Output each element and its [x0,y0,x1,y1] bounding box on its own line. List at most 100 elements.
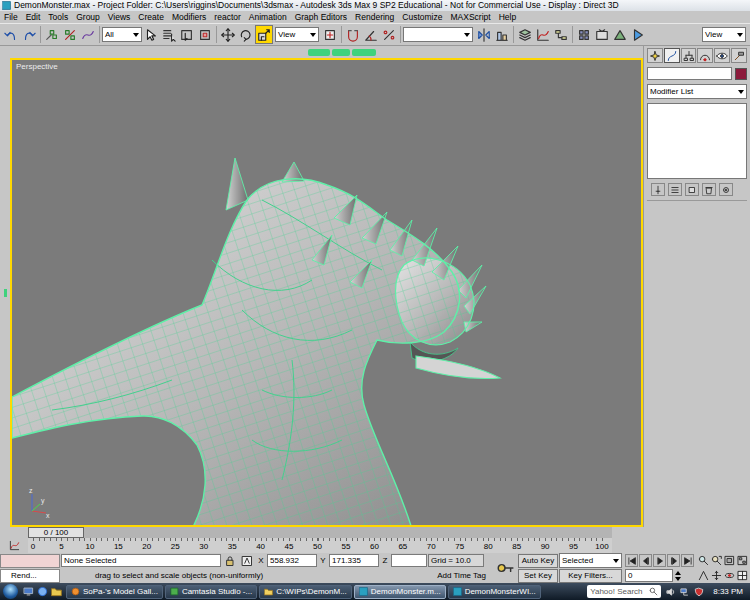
toolbar-button[interactable] [79,25,97,44]
absolute-mode-button[interactable] [239,555,255,567]
add-time-tag[interactable]: Add Time Tag [431,571,492,581]
last-icon[interactable] [683,556,693,566]
toolbar-button[interactable] [362,25,380,44]
modify-icon[interactable] [666,50,678,62]
navigation-button[interactable] [710,554,723,568]
desktop-icon[interactable] [23,586,34,597]
curve-icon[interactable] [9,540,20,551]
menu-item[interactable]: Graph Editors [295,11,347,23]
quick-icon[interactable] [631,28,645,42]
config-icon[interactable] [721,185,731,195]
menu-item[interactable]: File [4,11,18,23]
stack-tool-button[interactable] [685,183,699,196]
pan-icon[interactable] [711,570,722,581]
playback-button[interactable] [625,554,638,567]
spike[interactable] [334,195,357,225]
strip-mark[interactable] [352,49,376,56]
toolbar-button[interactable] [493,25,511,44]
tray-button[interactable] [665,587,677,597]
network-icon[interactable] [680,587,690,597]
angle-icon[interactable] [364,28,378,42]
menu-item[interactable]: Animation [249,11,287,23]
move-icon[interactable] [221,28,235,42]
create-icon[interactable] [649,50,661,62]
toolbar-button[interactable] [20,25,38,44]
command-panel-tab[interactable] [714,48,730,63]
stack-tool-button[interactable] [702,183,716,196]
playback-button[interactable] [681,554,694,567]
command-panel-tab[interactable] [731,48,747,63]
menu-item[interactable]: Tools [48,11,68,23]
toolbar-button[interactable] [380,25,398,44]
maxscript-listener-output[interactable]: Rend... [0,569,60,583]
toolbar-button[interactable] [2,25,20,44]
navigation-button[interactable] [723,554,736,568]
taskbar-button[interactable]: DemonMonster.m... [354,585,446,599]
start-orb-icon[interactable] [3,584,18,599]
motion-icon[interactable] [699,50,711,62]
set-key-mode-button[interactable]: Set Key [518,569,558,583]
toolbar-button[interactable] [61,25,79,44]
toolbar-button[interactable] [552,25,570,44]
menu-item[interactable]: MAXScript [450,11,490,23]
transform-tool-button[interactable] [219,25,237,44]
coord-field[interactable] [391,554,427,567]
shield-icon[interactable] [694,587,704,597]
schematic-icon[interactable] [554,28,568,42]
spike[interactable] [350,260,372,288]
clock[interactable]: 8:33 PM [709,587,747,597]
command-panel-tab[interactable] [664,48,680,63]
align-icon[interactable] [495,28,509,42]
speaker-icon[interactable] [666,587,676,597]
maxscript-listener-input[interactable] [0,554,60,568]
navigation-button[interactable] [697,554,710,568]
transform-tool-button[interactable] [255,25,273,44]
stack-tool-button[interactable] [719,183,733,196]
scale-icon[interactable] [257,28,271,42]
toolbar-button[interactable] [534,25,552,44]
modifier-list-dropdown[interactable]: Modifier List [647,84,747,99]
undo-icon[interactable] [4,28,18,42]
viewport-label[interactable]: Perspective [16,62,58,72]
zoomall-icon[interactable] [711,555,722,566]
absmode-icon[interactable] [241,555,253,567]
rotate-icon[interactable] [239,28,253,42]
menu-item[interactable]: Modifiers [172,11,206,23]
tongue[interactable] [416,356,500,379]
render-icon[interactable] [613,28,627,42]
remove-icon[interactable] [704,185,714,195]
navigation-button[interactable] [736,569,749,583]
stack-icon[interactable] [670,185,680,195]
fov-icon[interactable] [698,570,709,581]
object-name-field[interactable] [647,67,732,80]
explorer-icon[interactable] [51,586,62,597]
hierarchy-icon[interactable] [683,50,695,62]
toolbar-dropdown[interactable] [403,27,473,42]
orbit-icon[interactable] [724,570,735,581]
search-field[interactable]: Yahoo! Search [587,585,661,598]
coord-field[interactable]: 171.335 [329,554,379,567]
key-icon[interactable] [496,559,514,577]
menu-item[interactable]: Edit [26,11,41,23]
stack-tool-button[interactable] [651,183,665,196]
navigation-button[interactable] [697,569,710,583]
menu-item[interactable]: Group [76,11,100,23]
quick-launch-button[interactable] [36,586,48,597]
zoom-icon[interactable] [698,555,709,566]
toolbar-button[interactable] [629,25,647,44]
quick-launch-button[interactable] [50,586,62,597]
toolbar-button[interactable] [142,25,160,44]
toolbar-button[interactable] [178,25,196,44]
playback-button[interactable] [667,554,680,567]
spike[interactable] [226,158,248,210]
first-icon[interactable] [627,556,637,566]
mirror-icon[interactable] [477,28,491,42]
snap-icon[interactable] [346,28,360,42]
taskbar-button[interactable]: Camtasia Studio -... [165,585,257,599]
toolbar-dropdown[interactable]: View [275,27,319,42]
taskbar-button[interactable]: SoPa-'s Model Gall... [66,585,163,599]
toolbar-button[interactable] [475,25,493,44]
toolbar-button[interactable] [516,25,534,44]
menu-item[interactable]: Create [138,11,164,23]
command-panel-tab[interactable] [681,48,697,63]
